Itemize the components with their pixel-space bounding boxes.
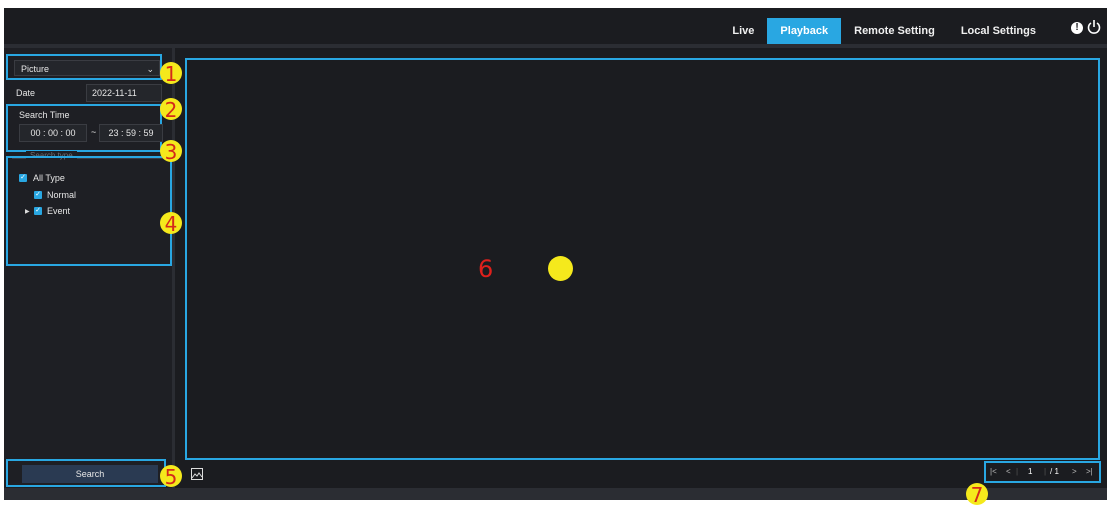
all-type-checkbox[interactable]: ✓ [19, 174, 27, 182]
marker-1: 1 [160, 62, 182, 86]
event-label: Event [47, 206, 71, 216]
pager-divider: | [1016, 467, 1019, 476]
date-label: Date [16, 88, 36, 98]
end-time-field[interactable]: 23 : 59 : 59 [99, 124, 163, 142]
search-sidebar: Picture ⌄ Date 2022-11-11 Search Time 00… [4, 48, 175, 488]
tab-playback[interactable]: Playback [767, 18, 842, 44]
end-second[interactable]: 59 [144, 128, 154, 138]
time-range-separator: ~ [91, 127, 97, 137]
start-time-field[interactable]: 00 : 00 : 00 [19, 124, 87, 142]
highlight-box-4 [6, 156, 172, 266]
highlight-box-6 [185, 58, 1100, 460]
pagination: |< < | 1 | / 1 > >| [984, 461, 1099, 481]
search-button[interactable]: Search [22, 465, 158, 483]
normal-label: Normal [47, 190, 77, 200]
total-pages: / 1 [1050, 467, 1059, 476]
marker-2: 2 [160, 98, 182, 122]
end-hour[interactable]: 23 [108, 128, 118, 138]
alert-icon[interactable]: ! [1071, 22, 1083, 34]
current-page[interactable]: 1 [1028, 467, 1032, 476]
next-page-icon[interactable]: > [1072, 467, 1077, 476]
marker-5: 5 [160, 465, 182, 489]
normal-checkbox[interactable]: ✓ [34, 191, 42, 199]
all-type-label: All Type [33, 173, 65, 183]
bottom-strip [4, 488, 1107, 500]
marker-7: 7 [966, 483, 988, 507]
date-row: Date 2022-11-11 [12, 84, 162, 102]
top-navigation: Live Playback Remote Setting Local Setti… [4, 8, 1107, 44]
marker-6-label: 6 [478, 255, 494, 283]
image-icon[interactable] [191, 468, 203, 480]
marker-4: 4 [160, 212, 182, 236]
pager-divider: | [1044, 467, 1047, 476]
playback-footer [175, 461, 1107, 486]
expand-caret-icon[interactable]: ▶ [25, 208, 30, 215]
mode-select-value: Picture [21, 64, 50, 74]
end-minute[interactable]: 59 [126, 128, 136, 138]
mode-select[interactable]: Picture ⌄ [14, 60, 160, 76]
start-hour[interactable]: 00 [30, 128, 40, 138]
marker-6-dot [548, 256, 573, 281]
marker-3: 3 [160, 140, 182, 164]
first-page-icon[interactable]: |< [990, 467, 997, 476]
power-icon[interactable] [1087, 19, 1101, 35]
tab-remote-setting[interactable]: Remote Setting [841, 18, 948, 44]
tab-live[interactable]: Live [719, 18, 767, 44]
search-time-label: Search Time [19, 110, 70, 120]
start-minute[interactable]: 00 [48, 128, 58, 138]
start-second[interactable]: 00 [66, 128, 76, 138]
main-tabs: Live Playback Remote Setting Local Setti… [719, 18, 1049, 44]
prev-page-icon[interactable]: < [1006, 467, 1011, 476]
date-field[interactable]: 2022-11-11 [86, 84, 162, 102]
event-checkbox[interactable]: ✓ [34, 207, 42, 215]
chevron-down-icon: ⌄ [146, 64, 154, 74]
tab-local-settings[interactable]: Local Settings [948, 18, 1049, 44]
last-page-icon[interactable]: >| [1086, 467, 1093, 476]
